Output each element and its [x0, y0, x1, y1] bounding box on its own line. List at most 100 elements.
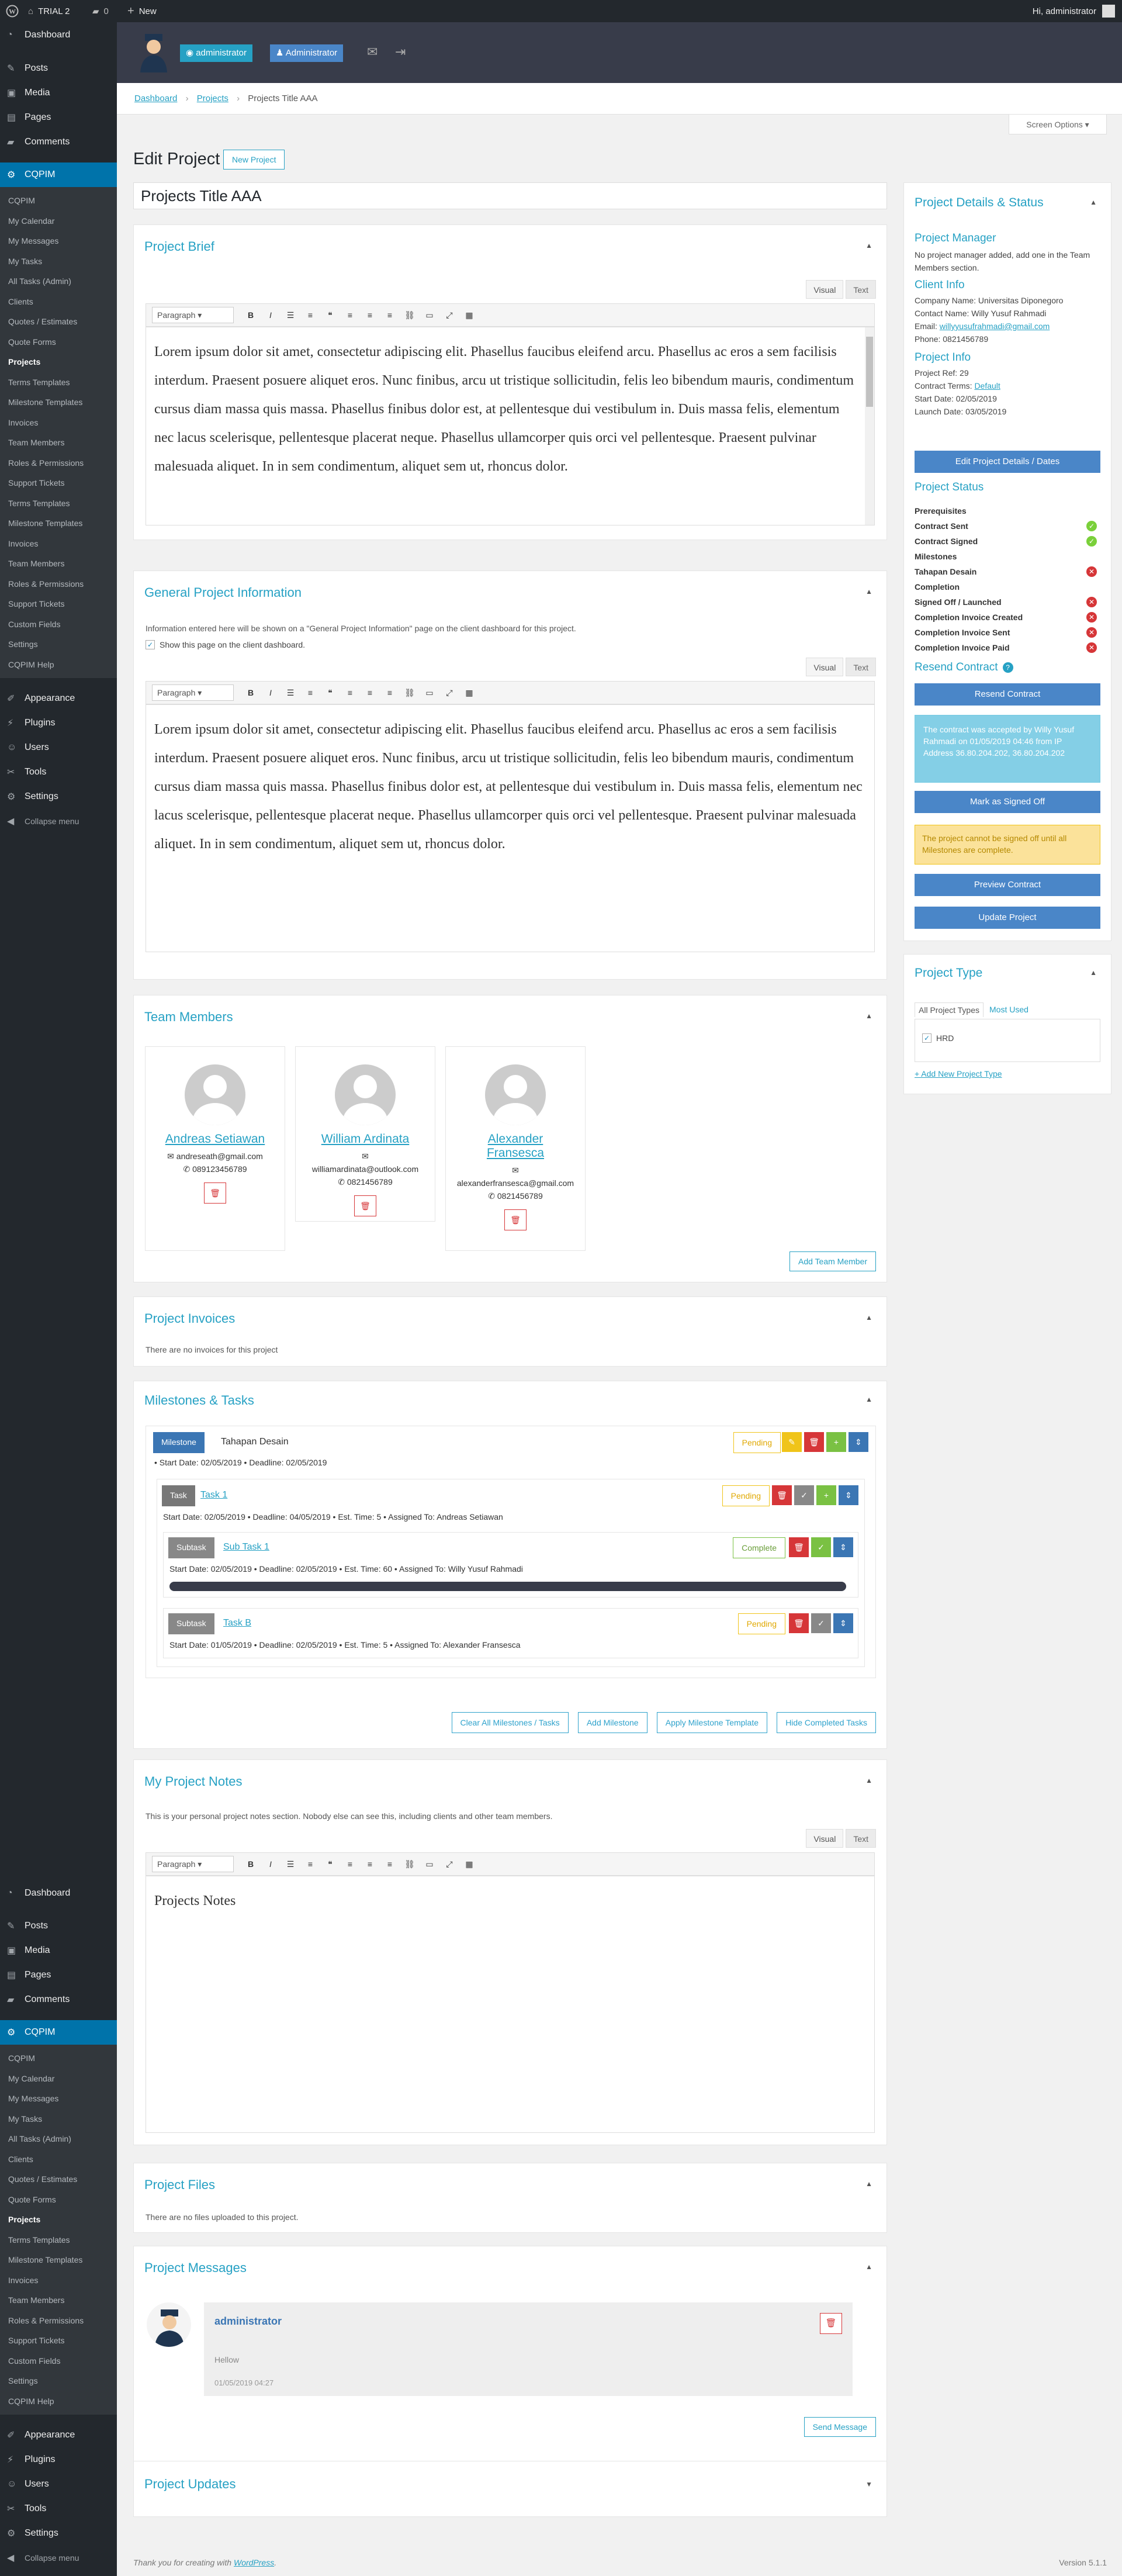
- project-brief-editor[interactable]: Lorem ipsum dolor sit amet, consectetur …: [146, 327, 875, 525]
- submenu-item[interactable]: Settings: [0, 2371, 117, 2391]
- menu-settings-2[interactable]: ⚙ Settings: [0, 2521, 117, 2546]
- menu-appearance-2[interactable]: ✐ Appearance: [0, 2423, 117, 2447]
- wordpress-link[interactable]: WordPress: [234, 2558, 274, 2567]
- delete-milestone-button[interactable]: 🗑: [804, 1432, 824, 1452]
- expand-milestone-button[interactable]: ⇕: [849, 1432, 868, 1452]
- wordpress-logo-icon[interactable]: W: [6, 0, 19, 22]
- submenu-team-2[interactable]: Team Members: [0, 554, 117, 574]
- subtask-link[interactable]: Sub Task 1: [223, 1542, 269, 1552]
- align-left-icon[interactable]: ≡: [340, 688, 360, 697]
- submenu-item[interactable]: Terms Templates: [0, 2230, 117, 2250]
- add-subtask-button[interactable]: +: [816, 1485, 836, 1505]
- align-center-icon[interactable]: ≡: [360, 1859, 380, 1869]
- delete-task-button[interactable]: 🗑: [772, 1485, 792, 1505]
- scrollbar[interactable]: [865, 327, 874, 525]
- quote-icon[interactable]: ❝: [320, 310, 340, 320]
- role-badge[interactable]: ◉ administrator: [180, 44, 252, 62]
- general-info-editor[interactable]: Lorem ipsum dolor sit amet, consectetur …: [146, 704, 875, 952]
- collapse-menu[interactable]: ◀ Collapse menu: [0, 809, 117, 834]
- project-notes-editor[interactable]: Projects Notes: [146, 1876, 875, 2133]
- menu-comments[interactable]: ▰ Comments: [0, 130, 117, 154]
- text-tab[interactable]: Text: [846, 1829, 876, 1848]
- submenu-clients[interactable]: Clients: [0, 292, 117, 312]
- menu-cqpim-2[interactable]: ⚙ CQPIM: [0, 2020, 117, 2045]
- show-on-dashboard-checkbox[interactable]: ✓ Show this page on the client dashboard.: [146, 640, 305, 649]
- submenu-help[interactable]: CQPIM Help: [0, 655, 117, 675]
- add-task-button[interactable]: +: [826, 1432, 846, 1452]
- mark-signed-off-button[interactable]: Mark as Signed Off: [915, 791, 1100, 813]
- visual-tab[interactable]: Visual: [806, 658, 844, 676]
- submenu-terms-2[interactable]: Terms Templates: [0, 493, 117, 514]
- submenu-quotes[interactable]: Quotes / Estimates: [0, 312, 117, 332]
- visual-tab[interactable]: Visual: [806, 1829, 844, 1848]
- submenu-quote-forms[interactable]: Quote Forms: [0, 332, 117, 352]
- comments-link[interactable]: ▰ 0: [92, 0, 109, 22]
- submenu-cqpim[interactable]: CQPIM: [0, 191, 117, 211]
- project-type-checkbox[interactable]: ✓ HRD: [922, 1033, 954, 1043]
- submenu-tasks[interactable]: My Tasks: [0, 251, 117, 272]
- format-select[interactable]: Paragraph ▾: [152, 1856, 234, 1872]
- update-project-button[interactable]: Update Project: [915, 907, 1100, 929]
- menu-settings[interactable]: ⚙ Settings: [0, 784, 117, 809]
- submenu-custom-fields[interactable]: Custom Fields: [0, 614, 117, 635]
- submenu-item[interactable]: Quotes / Estimates: [0, 2169, 117, 2190]
- breadcrumb-dashboard[interactable]: Dashboard: [134, 94, 177, 103]
- site-name-link[interactable]: ⌂ TRIAL 2: [28, 0, 70, 22]
- align-right-icon[interactable]: ≡: [380, 1859, 400, 1869]
- hide-completed-button[interactable]: Hide Completed Tasks: [777, 1712, 876, 1733]
- format-select[interactable]: Paragraph ▾: [152, 307, 234, 323]
- delete-message-button[interactable]: 🗑: [820, 2313, 842, 2334]
- fullscreen-icon[interactable]: ⤢: [439, 1859, 459, 1869]
- member-name-link[interactable]: Alexander Fransesca: [480, 1132, 550, 1160]
- toolbar-toggle-icon[interactable]: ▦: [459, 310, 479, 320]
- menu-pages[interactable]: ▤ Pages: [0, 105, 117, 130]
- link-icon[interactable]: ⛓: [400, 310, 420, 320]
- submenu-roles-2[interactable]: Roles & Permissions: [0, 574, 117, 594]
- delete-member-button[interactable]: 🗑: [504, 1209, 527, 1230]
- text-tab[interactable]: Text: [846, 280, 876, 299]
- align-center-icon[interactable]: ≡: [360, 310, 380, 320]
- delete-member-button[interactable]: 🗑: [354, 1195, 376, 1216]
- toggle-icon[interactable]: ▲: [865, 241, 872, 250]
- edit-milestone-button[interactable]: ✎: [782, 1432, 802, 1452]
- menu-pages-2[interactable]: ▤ Pages: [0, 1963, 117, 1987]
- tab-all-project-types[interactable]: All Project Types: [915, 1002, 984, 1017]
- clear-milestones-button[interactable]: Clear All Milestones / Tasks: [451, 1712, 569, 1733]
- role-badge-2[interactable]: ♟ Administrator: [270, 44, 344, 62]
- menu-posts-2[interactable]: ✎ Posts: [0, 1914, 117, 1938]
- submenu-item[interactable]: Milestone Templates: [0, 2250, 117, 2270]
- submenu-settings[interactable]: Settings: [0, 634, 117, 655]
- new-project-button[interactable]: New Project: [223, 150, 285, 170]
- submenu-invoices-2[interactable]: Invoices: [0, 534, 117, 554]
- submenu-item[interactable]: Custom Fields: [0, 2351, 117, 2371]
- bold-icon[interactable]: B: [241, 688, 261, 697]
- complete-task-button[interactable]: ✓: [794, 1485, 814, 1505]
- member-name-link[interactable]: Andreas Setiawan: [146, 1132, 285, 1146]
- submenu-item[interactable]: All Tasks (Admin): [0, 2129, 117, 2149]
- more-icon[interactable]: ▭: [420, 310, 439, 320]
- menu-plugins[interactable]: ⚡ Plugins: [0, 711, 117, 735]
- project-title-input[interactable]: Projects Title AAA: [133, 182, 887, 209]
- submenu-team[interactable]: Team Members: [0, 433, 117, 453]
- menu-cqpim[interactable]: ⚙ CQPIM: [0, 162, 117, 187]
- more-icon[interactable]: ▭: [420, 1859, 439, 1869]
- toggle-icon[interactable]: ▲: [865, 1313, 872, 1322]
- submenu-calendar[interactable]: My Calendar: [0, 211, 117, 231]
- toggle-icon[interactable]: ▼: [865, 2480, 872, 2488]
- submenu-item[interactable]: Clients: [0, 2149, 117, 2170]
- toggle-icon[interactable]: ▲: [865, 2263, 872, 2271]
- menu-plugins-2[interactable]: ⚡ Plugins: [0, 2447, 117, 2472]
- submenu-support[interactable]: Support Tickets: [0, 473, 117, 493]
- member-name-link[interactable]: William Ardinata: [296, 1132, 435, 1146]
- bold-icon[interactable]: B: [241, 310, 261, 320]
- breadcrumb-projects[interactable]: Projects: [197, 94, 228, 103]
- quote-icon[interactable]: ❝: [320, 688, 340, 698]
- help-icon[interactable]: ?: [1002, 662, 1013, 673]
- toggle-icon[interactable]: ▲: [1090, 969, 1097, 977]
- complete-subtask-button[interactable]: ✓: [811, 1537, 831, 1557]
- toggle-icon[interactable]: ▲: [865, 2180, 872, 2188]
- menu-tools[interactable]: ✂ Tools: [0, 760, 117, 784]
- numbered-list-icon[interactable]: ≡: [300, 310, 320, 320]
- toolbar-toggle-icon[interactable]: ▦: [459, 688, 479, 698]
- apply-template-button[interactable]: Apply Milestone Template: [656, 1712, 768, 1733]
